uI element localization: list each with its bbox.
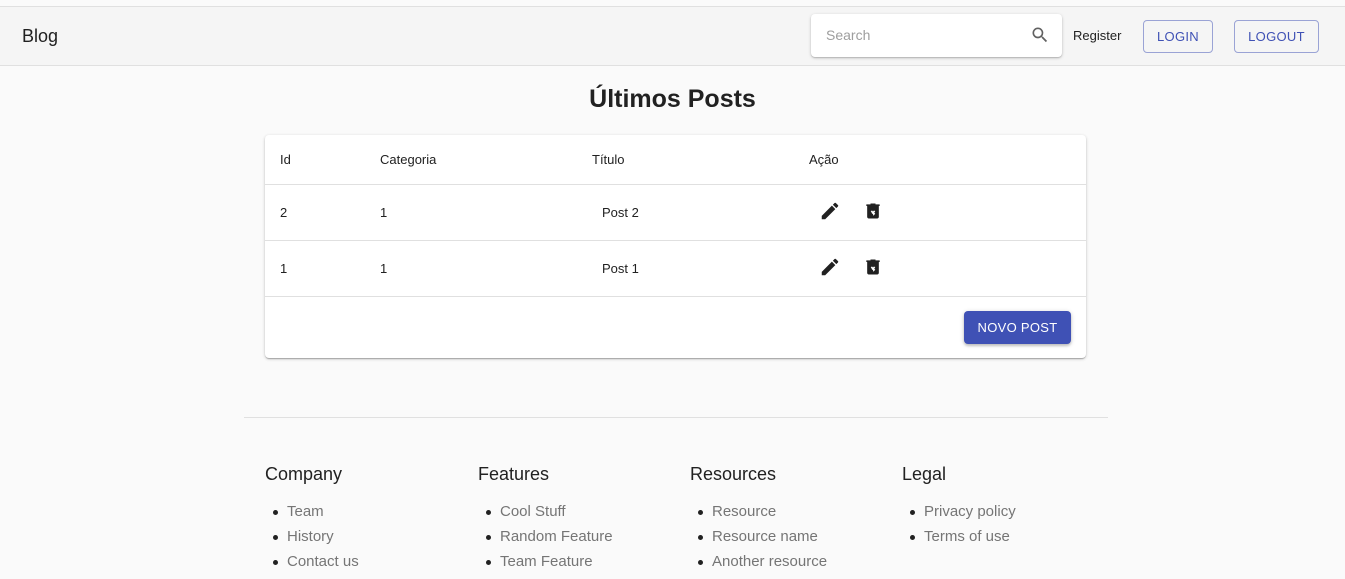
footer-link[interactable]: Team <box>273 503 475 528</box>
footer-link[interactable]: Another resource <box>698 553 900 578</box>
footer-link[interactable]: Team Feature <box>486 553 688 578</box>
cell-id: 1 <box>280 261 288 276</box>
footer-column-title: Company <box>265 464 343 484</box>
posts-table-card: Id Categoria Título Ação 2 1 Post 2 1 1 … <box>265 135 1086 358</box>
footer-link[interactable]: Random Feature <box>486 528 688 553</box>
column-header-categoria: Categoria <box>380 152 437 167</box>
column-header-titulo: Título <box>592 152 625 167</box>
column-header-id: Id <box>280 152 291 167</box>
edit-icon[interactable] <box>818 255 842 279</box>
search-input[interactable] <box>826 25 1021 45</box>
footer-link[interactable]: Resource name <box>698 528 900 553</box>
footer-column-features: Features Cool Stuff Random Feature Team … <box>478 464 688 578</box>
search-icon[interactable] <box>1030 25 1050 45</box>
footer-link[interactable]: Contact us <box>273 553 475 578</box>
cell-titulo: Post 2 <box>602 205 639 220</box>
footer-column-title: Legal <box>902 464 947 484</box>
footer-divider <box>244 417 1108 418</box>
column-header-acao: Ação <box>809 152 839 167</box>
footer-column-resources: Resources Resource Resource name Another… <box>690 464 900 578</box>
footer-column-legal: Legal Privacy policy Terms of use <box>902 464 1112 553</box>
cell-titulo: Post 1 <box>602 261 639 276</box>
cell-categoria: 1 <box>380 205 388 220</box>
footer-link[interactable]: Resource <box>698 503 900 528</box>
brand-title[interactable]: Blog <box>22 26 58 47</box>
register-link[interactable]: Register <box>1073 28 1121 43</box>
page-title: Últimos Posts <box>589 85 756 113</box>
table-row: 2 1 Post 2 <box>265 185 1086 241</box>
delete-icon[interactable] <box>861 199 885 223</box>
search-box[interactable] <box>811 14 1062 57</box>
login-button[interactable]: LOGIN <box>1143 20 1213 53</box>
footer-column-title: Resources <box>690 464 777 484</box>
cell-id: 2 <box>280 205 288 220</box>
footer-link[interactable]: Privacy policy <box>910 503 1112 528</box>
cell-categoria: 1 <box>380 261 388 276</box>
footer-column-title: Features <box>478 464 550 484</box>
app-bar: Blog Register LOGIN LOGOUT <box>0 6 1345 66</box>
logout-button[interactable]: LOGOUT <box>1234 20 1319 53</box>
edit-icon[interactable] <box>818 199 842 223</box>
footer-link[interactable]: History <box>273 528 475 553</box>
new-post-button[interactable]: NOVO POST <box>964 311 1071 344</box>
footer-link[interactable]: Terms of use <box>910 528 1112 553</box>
delete-icon[interactable] <box>861 255 885 279</box>
footer-link[interactable]: Cool Stuff <box>486 503 688 528</box>
table-header-row: Id Categoria Título Ação <box>265 135 1086 185</box>
table-row: 1 1 Post 1 <box>265 241 1086 297</box>
footer-column-company: Company Team History Contact us <box>265 464 475 578</box>
